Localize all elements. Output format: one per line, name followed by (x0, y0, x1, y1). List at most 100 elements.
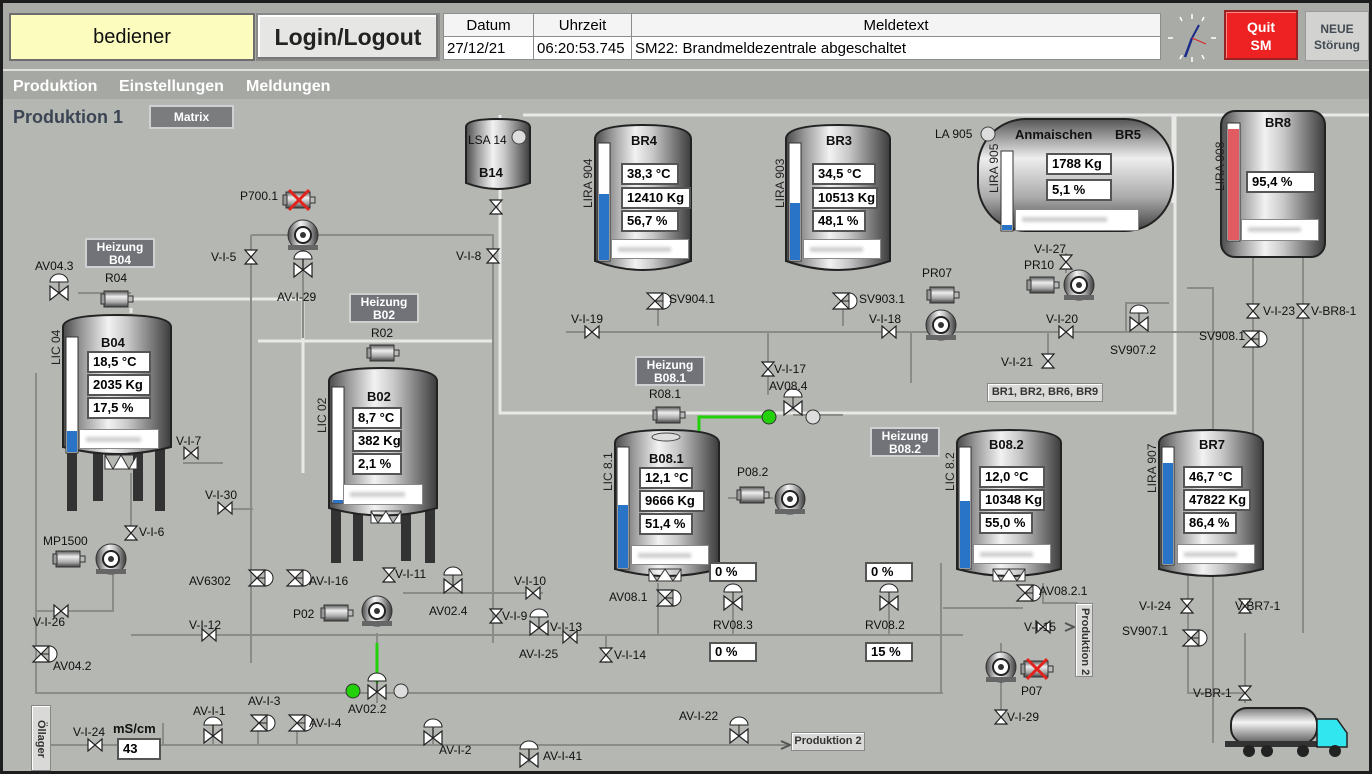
pump-pr07[interactable] (925, 309, 957, 341)
b02-temp: 8,7 °C (352, 407, 402, 429)
valve-vi6[interactable] (124, 525, 138, 541)
b081-weight: 9666 Kg (639, 490, 705, 512)
b081-product-field (631, 545, 709, 565)
label-avi16: AV-I-16 (309, 574, 349, 588)
quit-sm-button[interactable]: Quit SM (1224, 10, 1298, 60)
valve-vi20[interactable] (1058, 325, 1074, 339)
tanker-truck-icon[interactable] (1225, 707, 1348, 757)
label-p07: P07 (1021, 684, 1043, 698)
valve-avi22[interactable] (729, 716, 749, 744)
label-vi14: V-I-14 (614, 648, 647, 662)
label-vi27: V-I-27 (1034, 242, 1067, 256)
b082-weight: 10348 Kg (979, 489, 1045, 511)
valve-vi17[interactable] (761, 361, 775, 377)
label-avi2: AV-I-2 (439, 743, 472, 757)
pump-p700-1[interactable] (287, 219, 319, 251)
b082-level: 55,0 % (979, 512, 1033, 534)
pump-p07[interactable] (985, 651, 1017, 683)
valve-avi16[interactable] (286, 569, 312, 587)
label-vi24: V-I-24 (1139, 599, 1172, 613)
valve-sv907-2[interactable] (1129, 304, 1149, 332)
valve-vi19[interactable] (584, 325, 600, 339)
valve-avi25[interactable] (529, 608, 549, 636)
valve-sv907-1[interactable] (1182, 629, 1208, 647)
message-row[interactable]: 27/12/21 06:20:53.745 SM22: Brandmeldeze… (443, 36, 1161, 60)
label-vi19: V-I-19 (571, 312, 604, 326)
valve-vbr8-1[interactable] (1296, 303, 1310, 319)
valve-vi27[interactable] (1059, 254, 1073, 270)
motor-p07-fault-icon[interactable] (1020, 657, 1054, 681)
valve-vi21[interactable] (1041, 353, 1055, 369)
pump-mp1500[interactable] (95, 543, 127, 575)
label-rv08-3: RV08.3 (713, 618, 753, 632)
valve-sv903-1[interactable] (832, 292, 858, 310)
motor-r04[interactable] (100, 290, 134, 308)
valve-vi29[interactable] (994, 709, 1008, 725)
b082-product-field (973, 544, 1051, 564)
valve-vi14[interactable] (599, 647, 613, 663)
label-vi6: V-I-6 (139, 525, 165, 539)
motor-r02[interactable] (366, 344, 400, 362)
valve-vi23[interactable] (1246, 303, 1260, 319)
valve-vi5[interactable] (244, 249, 258, 265)
label-avi25: AV-I-25 (519, 647, 559, 661)
br4-temp: 38,3 °C (621, 163, 679, 185)
valve-vi24[interactable] (1180, 598, 1194, 614)
label-vbr8-1: V-BR8-1 (1311, 304, 1357, 318)
valve-vi8[interactable] (486, 248, 500, 264)
produktion2-vertical-button[interactable]: Produktion 2 (1075, 603, 1093, 677)
oellager-button[interactable]: Öllager (31, 705, 51, 771)
heizung-b04-button[interactable]: Heizung B04 (85, 238, 155, 268)
pump-p02[interactable] (361, 595, 393, 627)
valve-av08-1[interactable] (656, 589, 682, 607)
pump-p08-2[interactable] (774, 483, 806, 515)
new-fault-button[interactable]: NEUE Störung (1305, 11, 1369, 61)
status-open-av02-2 (345, 683, 361, 699)
lic-82-label: LIC 8.2 (943, 452, 957, 491)
valve-vi11[interactable] (382, 567, 396, 583)
valve-sv908-1[interactable] (1242, 330, 1268, 348)
tank-name-b081: B08.1 (649, 451, 684, 466)
menu-meldungen[interactable]: Meldungen (246, 78, 330, 96)
valve-av04-3[interactable] (49, 273, 69, 301)
valve-avi3[interactable] (250, 714, 276, 732)
lira-908-label: LIRA 908 (1213, 141, 1227, 191)
br3-temp: 34,5 °C (812, 163, 876, 185)
valve-vi10[interactable] (525, 586, 541, 600)
lira-903-label: LIRA 903 (773, 158, 787, 208)
valve-avi41[interactable] (519, 740, 539, 768)
label-pr07: PR07 (922, 266, 953, 280)
valve-av02-4[interactable] (443, 566, 463, 594)
heizung-b081-button[interactable]: Heizung B08.1 (635, 356, 705, 386)
br5-level: 5,1 % (1046, 179, 1112, 201)
menu-bar: Produktion Einstellungen Meldungen (3, 69, 1369, 99)
br7-level: 86,4 % (1183, 512, 1237, 534)
login-logout-button[interactable]: Login/Logout (256, 13, 440, 61)
valve-vi24b[interactable] (87, 738, 103, 752)
motor-r08-1[interactable] (652, 406, 686, 424)
label-vi24b: V-I-24 (73, 725, 106, 739)
heizung-b02-button[interactable]: Heizung B02 (349, 293, 419, 323)
valve-vi18[interactable] (881, 325, 897, 339)
pump-pr10[interactable] (1063, 269, 1095, 301)
valve-av6302[interactable] (248, 569, 274, 587)
br-list-button[interactable]: BR1, BR2, BR6, BR9 (987, 383, 1103, 402)
valve-av08-2-1[interactable] (1016, 584, 1042, 602)
valve-vi7[interactable] (183, 446, 199, 460)
menu-produktion[interactable]: Produktion (13, 78, 97, 96)
motor-p08-2-icon (736, 486, 770, 504)
b02-product-field (343, 484, 423, 505)
label-sv903-1: SV903.1 (859, 292, 906, 306)
br8-level: 95,4 % (1246, 171, 1316, 193)
b081-temp: 12,1 °C (639, 467, 693, 489)
tank-name-b04: B04 (101, 335, 125, 350)
produktion2-button[interactable]: Produktion 2 (791, 732, 865, 751)
heizung-b082-button[interactable]: Heizung B08.2 (870, 427, 940, 457)
motor-p700-1-fault-icon[interactable] (282, 188, 316, 212)
valve-sv904-1[interactable] (646, 292, 672, 310)
tank-name-br3: BR3 (825, 133, 852, 148)
valve-vi9[interactable] (489, 608, 503, 624)
br5-title: Anmaischen (1015, 127, 1093, 142)
valve-vi30[interactable] (217, 501, 233, 515)
menu-einstellungen[interactable]: Einstellungen (119, 78, 224, 96)
